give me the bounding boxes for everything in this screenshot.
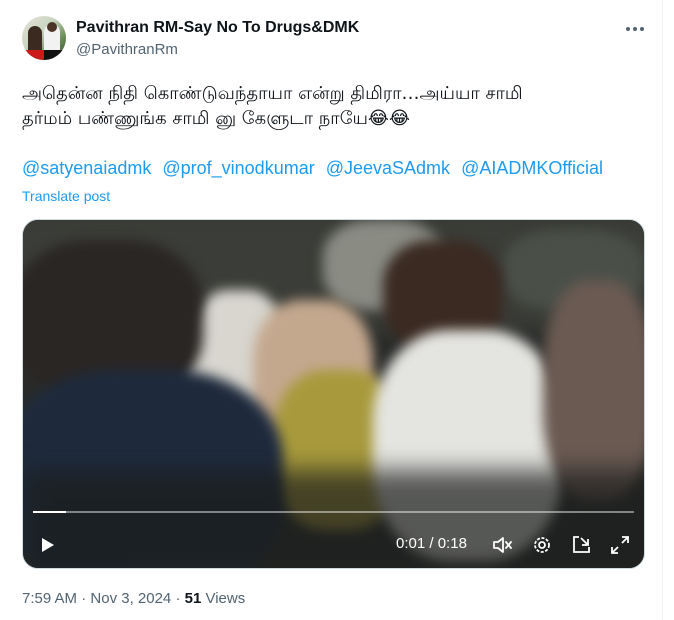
more-dot-icon bbox=[633, 27, 637, 31]
more-dot-icon bbox=[640, 27, 644, 31]
picture-in-picture-button[interactable] bbox=[570, 534, 592, 556]
video-progress-bar[interactable] bbox=[33, 511, 634, 513]
video-controls: 0:01 / 0:18 bbox=[23, 528, 644, 560]
post-text-line: அதென்ன நிதி கொண்டுவந்தாயா என்று திமிரா…அ… bbox=[22, 83, 523, 104]
author-display-name[interactable]: Pavithran RM-Say No To Drugs&DMK bbox=[76, 19, 359, 37]
views-count: 51 bbox=[184, 590, 202, 607]
avatar[interactable] bbox=[22, 16, 66, 60]
mention-link[interactable]: @prof_vinodkumar bbox=[162, 158, 314, 178]
mute-button[interactable] bbox=[491, 534, 513, 556]
post-text-line: தர்மம் பண்ணுங்க சாமி னு கேளுடா நாயே😂😂 bbox=[22, 108, 410, 129]
translate-post-link[interactable]: Translate post bbox=[22, 188, 110, 204]
video-progress-fill bbox=[33, 511, 67, 513]
more-dot-icon bbox=[626, 27, 630, 31]
post-text: அதென்ன நிதி கொண்டுவந்தாயா என்று திமிரா…அ… bbox=[22, 81, 647, 131]
picture-in-picture-icon bbox=[573, 536, 590, 553]
video-time: 0:01 / 0:18 bbox=[396, 535, 467, 552]
mention-link[interactable]: @AIADMKOfficial bbox=[461, 158, 603, 178]
play-icon bbox=[42, 538, 54, 552]
views-label: Views bbox=[201, 590, 246, 607]
mention-link[interactable]: @JeevaSAdmk bbox=[326, 158, 450, 178]
post-time[interactable]: 7:59 AM bbox=[22, 590, 77, 607]
post-meta: 7:59 AM · Nov 3, 2024 · 51 Views bbox=[22, 590, 246, 607]
fullscreen-icon bbox=[611, 536, 629, 554]
video-player[interactable]: 0:01 / 0:18 bbox=[22, 219, 645, 569]
current-time: 0:01 bbox=[396, 535, 426, 552]
play-button[interactable] bbox=[37, 535, 57, 555]
author-handle[interactable]: @PavithranRm bbox=[76, 41, 178, 58]
mention-link[interactable]: @satyenaiadmk bbox=[22, 158, 151, 178]
post-date[interactable]: Nov 3, 2024 bbox=[90, 590, 171, 607]
mentions: @satyenaiadmk @prof_vinodkumar @JeevaSAd… bbox=[22, 158, 647, 179]
fullscreen-button[interactable] bbox=[609, 534, 631, 556]
video-frame[interactable] bbox=[23, 220, 644, 568]
settings-button[interactable] bbox=[531, 534, 553, 556]
duration: 0:18 bbox=[437, 535, 467, 552]
more-options-button[interactable] bbox=[620, 18, 650, 40]
gear-icon bbox=[534, 537, 550, 553]
post-card: Pavithran RM-Say No To Drugs&DMK @Pavith… bbox=[0, 0, 663, 620]
muted-speaker-icon bbox=[493, 537, 512, 553]
